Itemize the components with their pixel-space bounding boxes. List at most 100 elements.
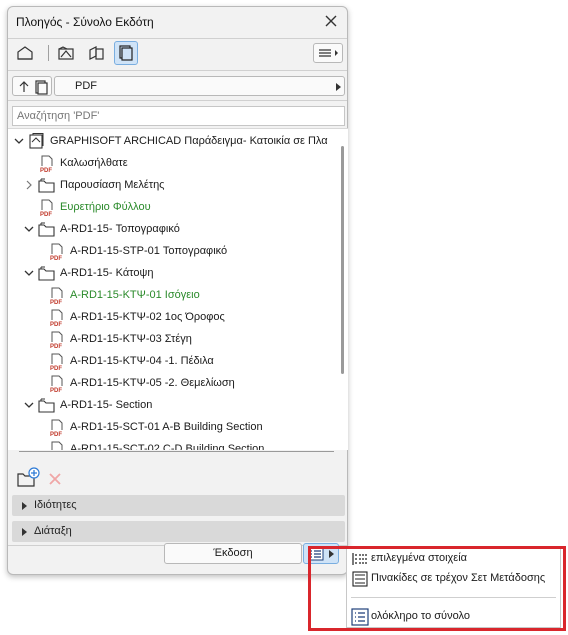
tree-row[interactable]: A-RD1-15- Τοπογραφικό: [8, 219, 340, 241]
svg-text:PDF: PDF: [40, 212, 52, 217]
pdf-icon: PDF: [48, 331, 66, 350]
svg-text:PDF: PDF: [50, 388, 62, 393]
titlebar: Πλοηγός - Σύνολο Εκδότη: [8, 7, 347, 37]
tree-item-label: A-RD1-15-ΚΤΨ-04 -1. Πέδιλα: [70, 355, 214, 367]
tree-item-label: GRAPHISOFT ARCHICAD Παράδειγμα- Κατοικία…: [50, 135, 328, 147]
publisher-tree: GRAPHISOFT ARCHICAD Παράδειγμα- Κατοικία…: [8, 128, 348, 450]
chevron-down-icon[interactable]: [24, 223, 34, 235]
chevron-down-icon[interactable]: [14, 135, 24, 147]
tree-row[interactable]: PDF A-RD1-15-ΚΤΨ-01 Ισόγειο: [8, 285, 340, 307]
toolbar-divider: [8, 70, 347, 71]
tree-item-label: A-RD1-15-ΚΤΨ-03 Στέγη: [70, 333, 192, 345]
tree-row[interactable]: PDF A-RD1-15-ΚΤΨ-05 -2. Θεμελίωση: [8, 373, 340, 395]
expand-triangle-icon: [22, 528, 27, 536]
tree-scrollbar[interactable]: [341, 146, 344, 374]
tree-row[interactable]: PDF A-RD1-15-SCT-02 C-D Building Section: [8, 439, 340, 450]
publisher-set-value: PDF: [75, 80, 97, 92]
tree-row[interactable]: PDF Ευρετήριο Φύλλου: [8, 197, 340, 219]
tree-row[interactable]: GRAPHISOFT ARCHICAD Παράδειγμα- Κατοικία…: [8, 131, 340, 153]
tree-row[interactable]: Παρουσίαση Μελέτης: [8, 175, 340, 197]
chevron-right-icon[interactable]: [24, 179, 34, 191]
svg-text:PDF: PDF: [50, 256, 62, 261]
pdf-icon: PDF: [38, 199, 56, 218]
publisher-sets-icon[interactable]: [114, 41, 138, 65]
properties-label: Ιδιότητες: [34, 499, 77, 511]
tree-item-label: A-RD1-15-SCT-02 C-D Building Section: [70, 443, 265, 450]
svg-text:PDF: PDF: [50, 344, 62, 349]
tree-row[interactable]: A-RD1-15- Section: [8, 395, 340, 417]
svg-text:PDF: PDF: [50, 366, 62, 371]
publish-button[interactable]: Έκδοση: [164, 543, 302, 564]
pdf-icon: PDF: [48, 287, 66, 306]
svg-text:PDF: PDF: [50, 432, 62, 437]
set-actions-button[interactable]: [12, 76, 52, 96]
tree-row[interactable]: PDF A-RD1-15-STP-01 Τοπογραφικό: [8, 241, 340, 263]
tree-item-label: Καλωσήλθατε: [60, 157, 128, 169]
folder-icon: [38, 221, 56, 239]
set-selector-row: PDF: [12, 76, 345, 96]
list-icon: [308, 547, 324, 561]
tree-row[interactable]: PDF A-RD1-15-ΚΤΨ-03 Στέγη: [8, 329, 340, 351]
layout-label: Διάταξη: [34, 525, 72, 537]
close-icon[interactable]: [323, 13, 339, 29]
layout-section[interactable]: Διάταξη: [12, 521, 345, 542]
view-map-icon[interactable]: [54, 41, 78, 65]
setrow-divider: [8, 100, 347, 101]
svg-text:PDF: PDF: [40, 168, 52, 173]
tree-actions: [8, 465, 347, 495]
menu-label-current-set: Πινακίδες σε τρέχον Σετ Μετάδοσης: [371, 572, 546, 584]
menu-item-selected-items[interactable]: επιλεγμένα στοιχεία: [347, 549, 560, 569]
chevron-down-icon[interactable]: [24, 267, 34, 279]
pdf-icon: PDF: [48, 309, 66, 328]
pdf-icon: PDF: [48, 243, 66, 262]
tree-row[interactable]: PDF A-RD1-15-SCT-01 A-B Building Section: [8, 417, 340, 439]
new-folder-icon[interactable]: [16, 467, 40, 491]
layout-book-icon[interactable]: [84, 41, 108, 65]
tree-row[interactable]: A-RD1-15- Κάτοψη: [8, 263, 340, 285]
tree-item-label: A-RD1-15-ΚΤΨ-02 1ος Όροφος: [70, 311, 225, 323]
search-input[interactable]: [12, 106, 345, 126]
folder-icon: [38, 265, 56, 283]
folder-icon: [38, 397, 56, 415]
publish-options-button[interactable]: [303, 543, 339, 564]
up-arrow-icon: [19, 81, 29, 92]
set-document-icon: [35, 80, 48, 95]
horizontal-scrollbar[interactable]: [19, 451, 334, 452]
folder-icon: [38, 177, 56, 195]
menu-separator: [351, 597, 556, 598]
pdf-icon: PDF: [48, 419, 66, 438]
project-map-icon[interactable]: [13, 41, 37, 65]
tree-item-label: A-RD1-15- Section: [60, 399, 153, 411]
menu-item-whole-set[interactable]: ολόκληρο το σύνολο: [347, 607, 560, 627]
menu-item-current-set[interactable]: Πινακίδες σε τρέχον Σετ Μετάδοσης: [347, 569, 560, 589]
publisher-set-select[interactable]: PDF: [54, 76, 345, 96]
menu-label-selected: επιλεγμένα στοιχεία: [371, 552, 468, 564]
expand-triangle-icon: [22, 502, 27, 510]
tree-item-label: A-RD1-15-ΚΤΨ-01 Ισόγειο: [70, 289, 200, 301]
tree-item-label: Παρουσίαση Μελέτης: [60, 179, 165, 191]
pdf-icon: PDF: [48, 375, 66, 394]
selected-items-icon: [352, 553, 367, 565]
whole-set-icon: [351, 608, 369, 626]
tree-item-label: A-RD1-15- Τοπογραφικό: [60, 223, 180, 235]
map-toolbar: [8, 39, 347, 69]
svg-text:PDF: PDF: [50, 322, 62, 327]
delete-icon[interactable]: [46, 470, 64, 488]
svg-text:PDF: PDF: [50, 300, 62, 305]
chevron-down-icon[interactable]: [24, 399, 34, 411]
tree-row[interactable]: PDF Καλωσήλθατε: [8, 153, 340, 175]
tree-row[interactable]: PDF A-RD1-15-ΚΤΨ-02 1ος Όροφος: [8, 307, 340, 329]
current-set-icon: [352, 571, 368, 587]
publish-menu: επιλεγμένα στοιχεία Πινακίδες σε τρέχον …: [346, 548, 561, 628]
pdf-icon: PDF: [48, 441, 66, 450]
options-menu-button[interactable]: [313, 43, 343, 63]
tree-item-label: A-RD1-15- Κάτοψη: [60, 267, 154, 279]
toolbar-separator: [48, 45, 49, 61]
tree-row[interactable]: PDF A-RD1-15-ΚΤΨ-04 -1. Πέδιλα: [8, 351, 340, 373]
tree-item-label: A-RD1-15-ΚΤΨ-05 -2. Θεμελίωση: [70, 377, 235, 389]
properties-section[interactable]: Ιδιότητες: [12, 495, 345, 516]
tree-item-label: A-RD1-15-STP-01 Τοπογραφικό: [70, 245, 228, 257]
menu-label-whole: ολόκληρο το σύνολο: [371, 610, 470, 622]
chevron-right-icon: [336, 83, 341, 91]
organizer-window: Πλοηγός - Σύνολο Εκδότη PDF Αναζήτηση 'P…: [7, 6, 348, 575]
